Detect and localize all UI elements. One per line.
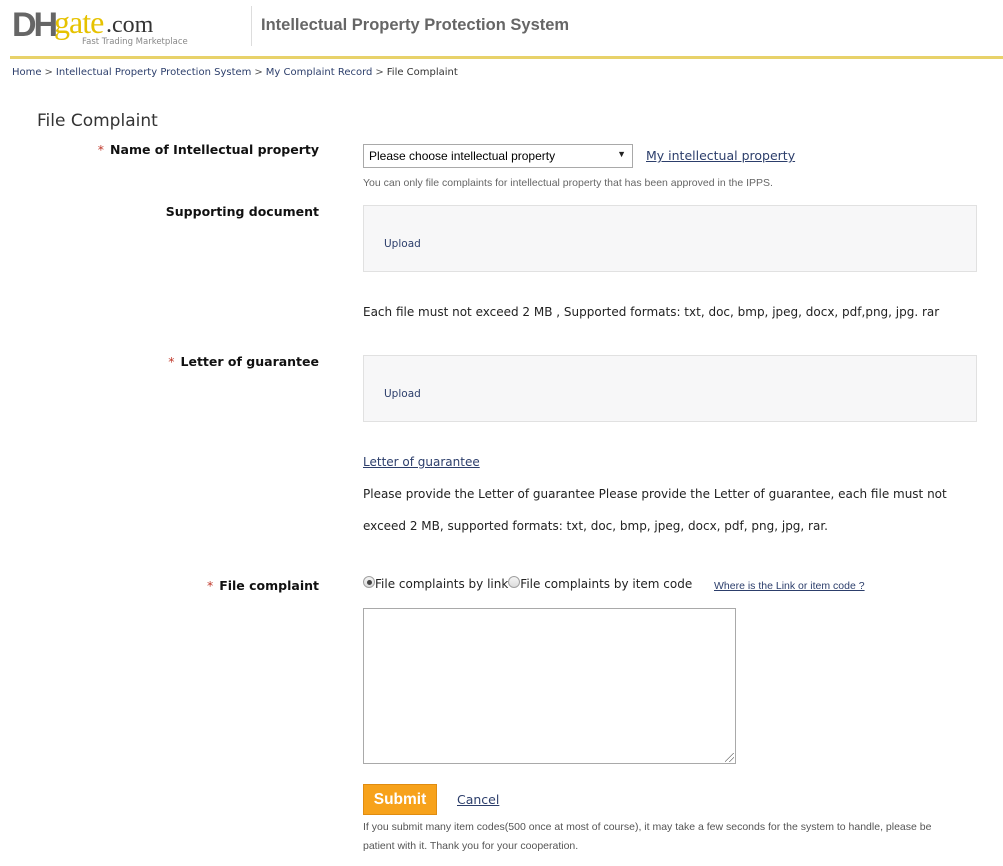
file-complaint-label: * File complaint <box>207 578 319 593</box>
supporting-document-label: Supporting document <box>166 204 319 219</box>
ip-name-label: * Name of Intellectual property <box>98 142 319 157</box>
breadcrumb: Home > Intellectual Property Protection Sy… <box>12 67 458 78</box>
ip-name-label-text: Name of Intellectual property <box>110 142 319 157</box>
letter-of-guarantee-template-link[interactable]: Letter of guarantee <box>363 455 480 469</box>
ip-hint: You can only file complaints for intelle… <box>363 177 773 189</box>
breadcrumb-separator: > <box>375 67 384 78</box>
supporting-document-upload-button[interactable]: Upload <box>384 238 421 250</box>
submit-note-line1: If you submit many item codes(500 once a… <box>363 821 932 833</box>
logo-tagline: Fast Trading Marketplace <box>82 37 188 47</box>
ip-select[interactable]: Please choose intellectual property ▼ <box>363 144 633 168</box>
breadcrumb-complaint-record[interactable]: My Complaint Record <box>266 67 373 78</box>
file-complaint-label-text: File complaint <box>219 578 319 593</box>
logo-gate-text: gate <box>54 4 104 40</box>
supporting-document-upload-area[interactable]: Upload <box>363 205 977 272</box>
required-mark: * <box>97 142 105 157</box>
header-accent-line <box>10 56 1003 59</box>
my-intellectual-property-link[interactable]: My intellectual property <box>646 148 795 163</box>
supporting-document-hint: Each file must not exceed 2 MB , Support… <box>363 305 940 319</box>
radio-by-item-code[interactable] <box>508 576 521 588</box>
breadcrumb-separator: > <box>44 67 53 78</box>
letter-of-guarantee-upload-button[interactable]: Upload <box>384 388 421 400</box>
letter-of-guarantee-upload-area[interactable]: Upload <box>363 355 977 422</box>
breadcrumb-separator: > <box>254 67 263 78</box>
complaint-textarea[interactable] <box>363 608 736 764</box>
submit-button[interactable]: Submit <box>363 784 437 815</box>
radio-by-item-code-label[interactable]: File complaints by item code <box>520 577 692 591</box>
required-mark: * <box>206 578 214 593</box>
letter-of-guarantee-hint-line1: Please provide the Letter of guarantee P… <box>363 487 947 501</box>
radio-by-link[interactable] <box>363 576 375 588</box>
cancel-link[interactable]: Cancel <box>457 792 499 807</box>
letter-of-guarantee-hint-line2: exceed 2 MB, supported formats: txt, doc… <box>363 519 828 533</box>
breadcrumb-ipps[interactable]: Intellectual Property Protection System <box>56 67 251 78</box>
submit-note-line2: patient with it. Thank you for your coop… <box>363 840 579 852</box>
where-is-link-or-item-code-link[interactable]: Where is the Link or item code ? <box>714 580 865 592</box>
required-mark: * <box>168 354 175 369</box>
logo-dh-text: DH <box>12 6 58 44</box>
complaint-type-radio-group: File complaints by link File complaints b… <box>363 576 692 591</box>
breadcrumb-current: File Complaint <box>386 67 458 78</box>
header-divider <box>251 6 252 46</box>
breadcrumb-home[interactable]: Home <box>12 67 42 78</box>
system-title: Intellectual Property Protection System <box>261 16 570 34</box>
resize-grip-icon[interactable] <box>725 753 734 762</box>
logo-com-text: .com <box>106 12 154 38</box>
site-header: DH gate .com Fast Trading Marketplace In… <box>0 0 1003 59</box>
supporting-document-label-text: Supporting document <box>165 204 319 219</box>
ip-select-value: Please choose intellectual property <box>369 149 556 163</box>
letter-of-guarantee-label: * Letter of guarantee <box>168 354 319 369</box>
dhgate-logo[interactable]: DH gate .com Fast Trading Marketplace <box>12 4 202 50</box>
page-title: File Complaint <box>37 111 158 131</box>
dropdown-arrow-icon: ▼ <box>617 149 626 159</box>
letter-of-guarantee-label-text: Letter of guarantee <box>180 354 319 369</box>
radio-by-link-label[interactable]: File complaints by link <box>375 577 508 591</box>
